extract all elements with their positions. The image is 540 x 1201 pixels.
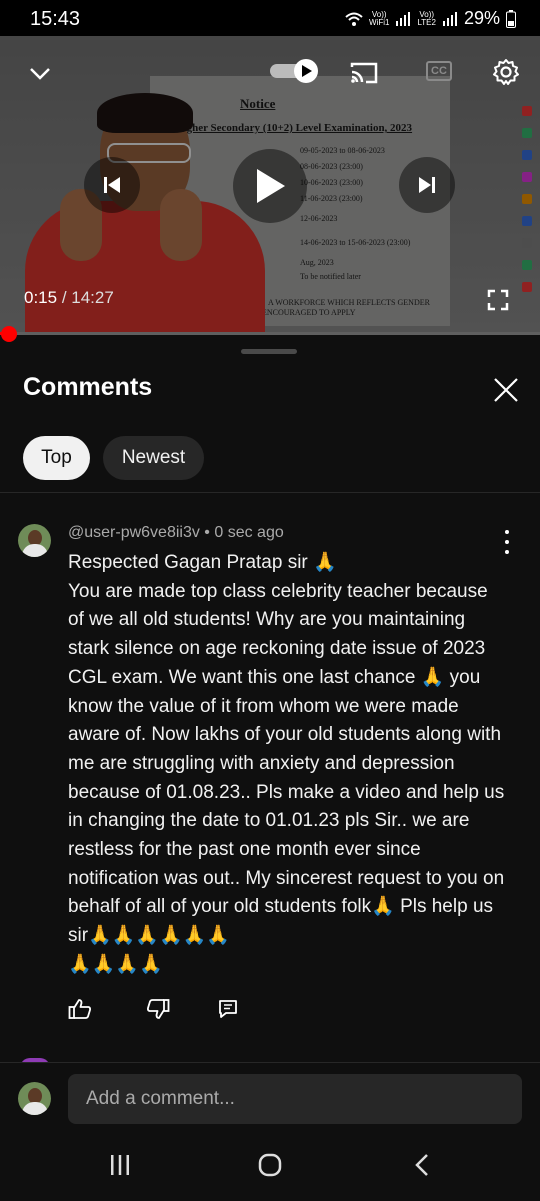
- battery-percent: 29%: [463, 8, 500, 28]
- autoplay-toggle-icon: [270, 59, 318, 83]
- play-icon: [257, 169, 285, 203]
- play-button[interactable]: [233, 149, 307, 223]
- next-button[interactable]: [399, 157, 455, 213]
- status-icons: Vo)) WiFi1 Vo)) LTE2 29%: [345, 8, 516, 29]
- recents-nav-icon: [111, 1155, 129, 1175]
- autoplay-toggle[interactable]: [268, 58, 322, 84]
- chip-top[interactable]: Top: [23, 436, 90, 480]
- divider: [0, 492, 540, 493]
- scrubber-handle[interactable]: [1, 326, 17, 342]
- settings-button[interactable]: [490, 56, 522, 88]
- lte-label: Vo)) LTE2: [417, 10, 436, 27]
- home-nav-button[interactable]: [255, 1150, 285, 1180]
- battery-icon: [506, 9, 516, 28]
- lte-label-bottom: LTE2: [417, 17, 436, 27]
- meta-dot: •: [199, 524, 215, 541]
- close-button[interactable]: [490, 374, 522, 406]
- dislike-icon: [147, 999, 170, 1019]
- reply-icon: [219, 1000, 237, 1018]
- reply-button[interactable]: [214, 995, 242, 1023]
- previous-button[interactable]: [84, 157, 140, 213]
- video-player[interactable]: Notice Higher Secondary (10+2) Level Exa…: [0, 36, 540, 332]
- wifi-label-bottom: WiFi1: [368, 17, 390, 27]
- chip-newest[interactable]: Newest: [103, 436, 204, 480]
- wifi-calling-label: Vo)) WiFi1: [368, 10, 390, 27]
- progress-track[interactable]: [0, 332, 540, 335]
- minimize-button[interactable]: [24, 58, 56, 90]
- settings-gear-icon: [493, 59, 519, 85]
- fullscreen-icon: [487, 289, 509, 311]
- previous-icon: [104, 177, 120, 193]
- time-separator: /: [57, 288, 72, 307]
- sheet-drag-handle[interactable]: [241, 349, 297, 354]
- like-icon: [68, 999, 91, 1019]
- like-button[interactable]: [66, 995, 94, 1023]
- recents-nav-button[interactable]: [105, 1150, 135, 1180]
- current-time: 0:15: [24, 288, 58, 307]
- chevron-down-icon: [30, 68, 50, 80]
- comment-text: Respected Gagan Pratap sir 🙏 You are mad…: [68, 552, 505, 975]
- composer-avatar: [18, 1082, 51, 1115]
- status-bar: 15:43 Vo)) WiFi1 Vo)) LTE2 29%: [0, 0, 540, 36]
- signal-icon: [396, 11, 411, 26]
- comment-time: 0 sec ago: [214, 524, 284, 541]
- captions-button[interactable]: CC: [424, 58, 454, 84]
- back-nav-icon: [415, 1154, 428, 1176]
- duration: 14:27: [71, 288, 114, 307]
- comment-author[interactable]: @user-pw6ve8ii3v: [68, 524, 200, 541]
- wifi-icon: [345, 12, 363, 26]
- cast-button[interactable]: [347, 58, 381, 88]
- back-nav-button[interactable]: [408, 1150, 438, 1180]
- captions-icon: CC: [426, 61, 452, 81]
- comments-title: Comments: [23, 373, 153, 401]
- cast-icon: [350, 62, 378, 84]
- fullscreen-button[interactable]: [484, 286, 512, 314]
- video-time: 0:15 / 14:27: [24, 288, 114, 308]
- close-icon: [494, 378, 518, 402]
- add-comment-input[interactable]: Add a comment...: [68, 1074, 522, 1124]
- dislike-button[interactable]: [144, 995, 172, 1023]
- avatar[interactable]: [18, 524, 51, 557]
- status-time: 15:43: [30, 8, 81, 30]
- next-icon: [419, 177, 435, 193]
- comment-header: @user-pw6ve8ii3v • 0 sec ago: [68, 524, 284, 542]
- signal-icon-2: [442, 11, 457, 26]
- home-nav-icon: [258, 1153, 282, 1177]
